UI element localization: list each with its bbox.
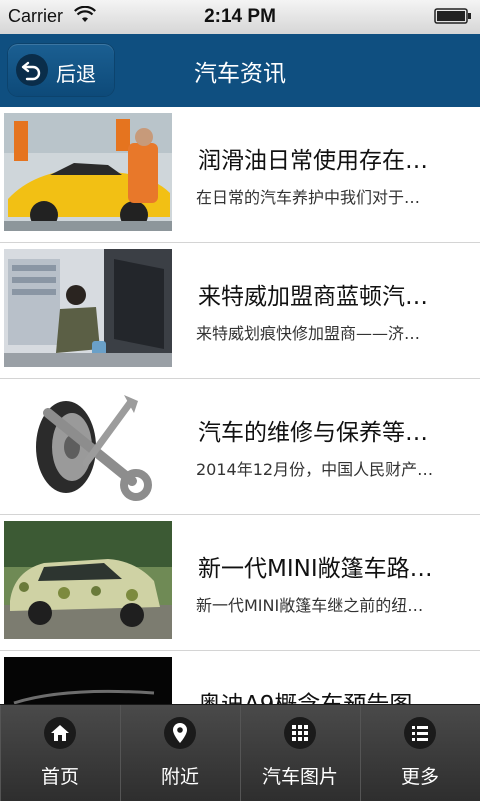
nav-bar: 后退 汽车资讯 <box>0 34 480 107</box>
article-title: 汽车的维修与保养等… <box>198 420 428 446</box>
clock: 2:14 PM <box>204 6 276 27</box>
article-list[interactable]: 润滑油日常使用存在… 在日常的汽车养护中我们对于… 来特威加盟商蓝顿汽… 来特威… <box>0 107 480 704</box>
bottom-tab-bar: 首页 附近 汽车图片 更多 <box>0 704 480 801</box>
article-thumbnail-tire-wrench <box>4 385 172 503</box>
article-thumbnail-audi-concept <box>4 657 172 704</box>
home-icon <box>44 717 76 749</box>
tab-label: 汽车图片 <box>261 766 338 788</box>
article-summary: 2014年12月份，中国人民财产… <box>196 460 434 479</box>
article-thumbnail-mini-car <box>4 521 172 639</box>
tab-home[interactable]: 首页 <box>0 705 121 801</box>
article-title: 润滑油日常使用存在… <box>198 148 428 174</box>
article-title: 奥迪A9概念车预告图 <box>198 685 468 704</box>
article-title: 新一代MINI敞篷车路… <box>198 556 433 582</box>
status-bar: Carrier 2:14 PM <box>0 0 480 34</box>
tab-label: 更多 <box>400 766 439 788</box>
article-summary: 新一代MINI敞篷车继之前的纽… <box>196 596 424 615</box>
article-summary: 在日常的汽车养护中我们对于… <box>196 188 421 207</box>
page-title: 汽车资讯 <box>194 61 286 87</box>
tab-car-photos[interactable]: 汽车图片 <box>240 705 361 801</box>
list-item[interactable]: 润滑油日常使用存在… 在日常的汽车养护中我们对于… <box>0 107 480 244</box>
article-title: 来特威加盟商蓝顿汽… <box>198 284 428 310</box>
list-item[interactable]: 汽车的维修与保养等… 2014年12月份，中国人民财产… <box>0 379 480 516</box>
list-icon <box>404 717 436 749</box>
tab-more[interactable]: 更多 <box>360 705 480 801</box>
article-summary: 来特威划痕快修加盟商——济… <box>196 324 421 343</box>
location-pin-icon <box>164 717 196 749</box>
tab-nearby[interactable]: 附近 <box>120 705 241 801</box>
battery-icon <box>434 8 471 24</box>
tab-label: 首页 <box>40 766 79 788</box>
list-item[interactable]: 新一代MINI敞篷车路… 新一代MINI敞篷车继之前的纽… <box>0 515 480 652</box>
grid-icon <box>284 717 316 749</box>
list-item[interactable]: 来特威加盟商蓝顿汽… 来特威划痕快修加盟商——济… <box>0 243 480 380</box>
article-thumbnail-sports-car <box>4 113 172 231</box>
tab-label: 附近 <box>160 766 199 788</box>
list-item[interactable]: 奥迪A9概念车预告图 <box>0 651 480 704</box>
article-thumbnail-mechanic <box>4 249 172 367</box>
